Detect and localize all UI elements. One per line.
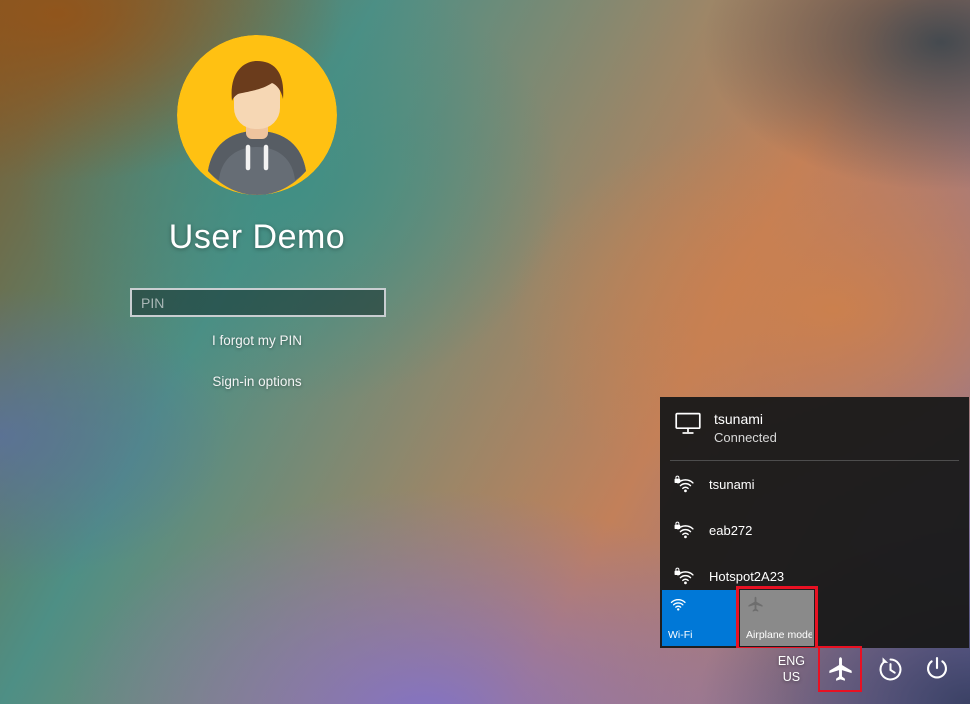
language-code: ENG <box>778 653 805 669</box>
connected-network-name: tsunami <box>714 410 777 428</box>
region-code: US <box>778 669 805 685</box>
lock-screen: User Demo I forgot my PIN Sign-in option… <box>0 0 970 704</box>
connected-network-item[interactable]: tsunami Connected <box>660 397 969 455</box>
ease-of-access-icon[interactable] <box>871 649 909 689</box>
language-indicator[interactable]: ENG US <box>774 653 809 685</box>
wifi-icon <box>669 596 687 612</box>
airplane-icon <box>747 596 764 613</box>
wifi-secured-icon <box>674 475 696 494</box>
signin-options-link[interactable]: Sign-in options <box>0 374 514 389</box>
wifi-network-item[interactable]: tsunami <box>660 461 969 507</box>
wifi-network-item[interactable]: eab272 <box>660 507 969 553</box>
avatar <box>177 35 337 195</box>
network-flyout: tsunami Connected tsunami <box>660 397 969 648</box>
ethernet-icon <box>675 412 701 435</box>
system-tray: ENG US <box>774 646 956 692</box>
pin-input[interactable] <box>130 288 386 317</box>
airplane-mode-tray-icon[interactable] <box>821 649 859 689</box>
connected-network-status: Connected <box>714 429 777 446</box>
power-icon[interactable] <box>918 649 956 689</box>
wifi-secured-icon <box>674 567 696 586</box>
quick-actions: Wi-Fi Airplane mode <box>662 590 814 646</box>
user-name: User Demo <box>0 218 514 257</box>
wifi-tile[interactable]: Wi-Fi <box>662 590 736 646</box>
airplane-mode-tile[interactable]: Airplane mode <box>740 590 814 646</box>
wifi-secured-icon <box>674 521 696 540</box>
forgot-pin-link[interactable]: I forgot my PIN <box>0 333 514 348</box>
annotation-red-box <box>818 646 862 692</box>
